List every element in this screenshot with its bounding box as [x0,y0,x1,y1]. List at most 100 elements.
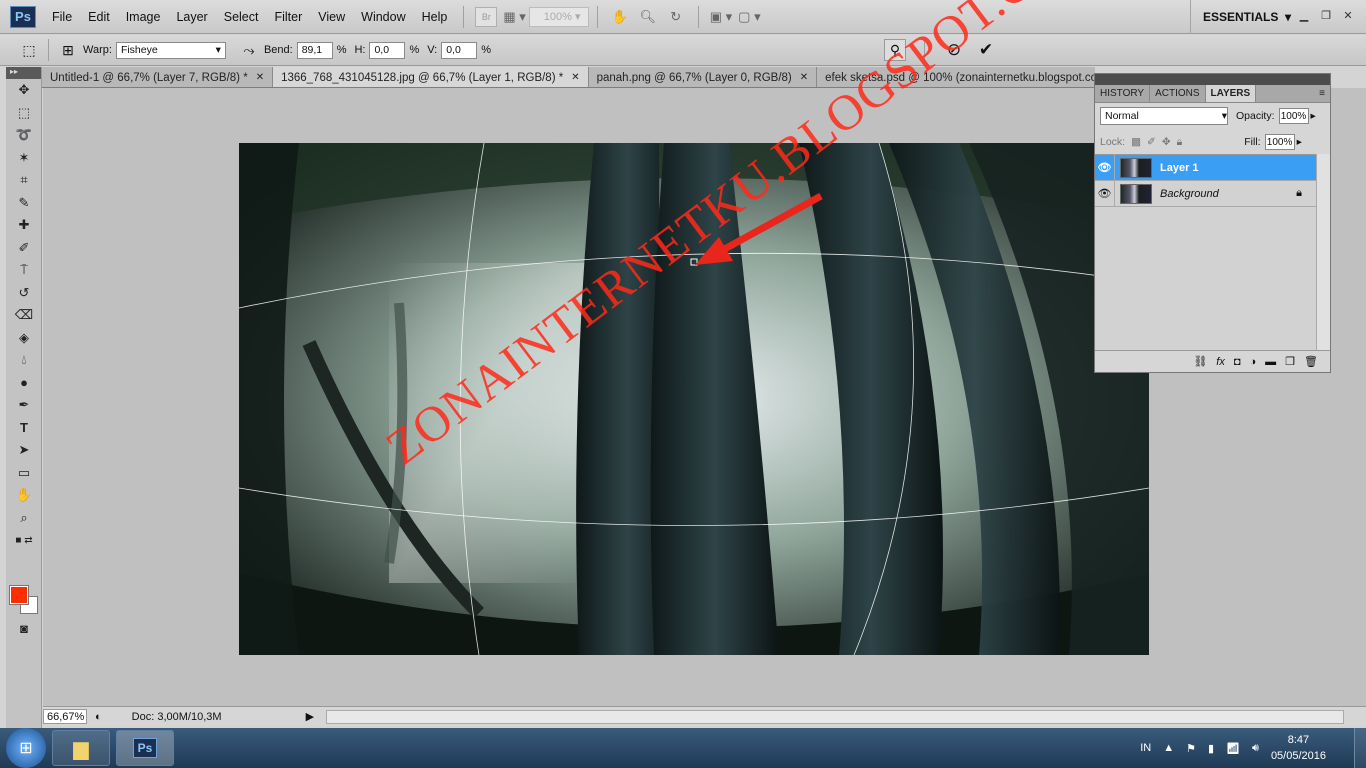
path-selection-tool-icon[interactable]: ➤ [6,439,42,462]
status-zoom-input[interactable]: 66,67% [43,709,87,724]
layer-row-layer-1[interactable]: 👁︎ Layer 1 [1095,154,1316,181]
layer-style-icon[interactable]: fx [1216,356,1225,368]
menu-select[interactable]: Select [216,0,267,34]
menu-edit[interactable]: Edit [80,0,118,34]
rotate-view-icon[interactable]: ↻ [665,7,687,27]
adjustment-layer-icon[interactable]: ◑ [1250,356,1257,368]
close-icon[interactable]: ✕ [1340,8,1356,22]
language-indicator[interactable]: IN [1140,742,1151,754]
bridge-icon[interactable]: Br [475,6,498,27]
blur-tool-icon[interactable]: 💧︎ [6,349,42,372]
warp-style-select[interactable]: Fisheye ▾ [115,41,226,59]
bend-input[interactable]: 89,1 [296,41,333,59]
menu-view[interactable]: View [310,0,353,34]
menu-help[interactable]: Help [414,0,456,34]
close-tab-icon[interactable]: ✕ [571,72,579,83]
volume-icon[interactable]: 🔊︎ [1252,742,1259,755]
show-desktop-button[interactable] [1354,728,1366,768]
opacity-arrow-icon[interactable]: ▸ [1311,110,1316,122]
zoom-level-dropdown[interactable]: 100% ▾ [528,6,589,27]
tab-actions[interactable]: ACTIONS [1150,85,1206,102]
history-brush-tool-icon[interactable]: ↺ [6,282,42,305]
layer-row-background[interactable]: 👁︎ Background 🔒︎ [1095,180,1316,207]
type-tool-icon[interactable]: T [6,417,42,440]
lock-transparent-icon[interactable]: ▩ [1131,136,1141,148]
photoshop-taskbar-button[interactable]: Ps [116,730,174,766]
tab-panah[interactable]: panah.png @ 66,7% (Layer 0, RGB/8) ✕ [588,67,818,87]
magic-wand-tool-icon[interactable]: ✶ [6,147,42,170]
eraser-tool-icon[interactable]: ⌫ [6,304,42,327]
pen-tool-icon[interactable]: ✒ [6,394,42,417]
swap-colors-icon[interactable]: ■ ⇄ [6,529,42,552]
screen-mode-icon[interactable]: ▢ ▾ [738,7,760,27]
rectangle-tool-icon[interactable]: ▭ [6,462,42,485]
lock-position-icon[interactable]: ✥ [1162,136,1171,148]
menu-filter[interactable]: Filter [266,0,310,34]
fill-input[interactable]: 100% [1264,134,1295,150]
new-group-icon[interactable]: ▬ [1265,356,1276,368]
v-distortion-input[interactable]: 0,0 [441,41,478,59]
menu-layer[interactable]: Layer [168,0,215,34]
panel-menu-icon[interactable]: ≡ [1314,85,1330,102]
opacity-input[interactable]: 100% [1278,108,1309,124]
clone-stamp-tool-icon[interactable]: ⍑ [6,259,42,282]
show-hidden-icons-icon[interactable]: ▲ [1163,742,1174,754]
close-tab-icon[interactable]: ✕ [800,72,808,83]
hand-tool-icon[interactable]: ✋ [609,7,631,27]
visibility-eye-icon[interactable]: 👁︎ [1095,180,1115,207]
layers-scrollbar[interactable] [1316,154,1330,350]
tab-untitled-1[interactable]: Untitled-1 @ 66,7% (Layer 7, RGB/8) * ✕ [42,67,274,87]
tab-history[interactable]: HISTORY [1095,85,1151,102]
new-layer-icon[interactable]: ❐ [1285,355,1295,368]
view-extras-icon[interactable]: ▦ ▾ [503,7,525,27]
menu-image[interactable]: Image [118,0,169,34]
quick-mask-icon[interactable]: ◙ [6,617,42,640]
status-info-icon[interactable]: ◐ [95,711,102,723]
dodge-tool-icon[interactable]: ● [6,372,42,395]
toolbox-collapse-icon[interactable]: ▸▸ [6,67,41,79]
add-mask-icon[interactable]: ◘ [1234,356,1241,368]
status-menu-arrow-icon[interactable]: ▶ [306,710,314,723]
eyedropper-tool-icon[interactable]: ✎ [6,192,42,215]
fill-label: Fill: [1244,136,1261,148]
foreground-color-swatch[interactable] [9,585,29,605]
start-button[interactable]: ⊞ [6,728,46,768]
zoom-tool-icon[interactable]: ⌕ [6,507,42,530]
tab-layers[interactable]: LAYERS [1205,85,1257,102]
transform-tool-icon[interactable]: ⬚ [18,39,40,61]
close-tab-icon[interactable]: ✕ [256,72,264,83]
minimize-icon[interactable]: ▁ [1296,8,1312,22]
network-icon[interactable]: 📶︎ [1226,742,1240,755]
battery-icon[interactable]: ▮ [1208,742,1214,755]
action-center-icon[interactable]: ⚑ [1186,742,1196,755]
tab-forest-image[interactable]: 1366_768_431045128.jpg @ 66,7% (Layer 1,… [273,67,589,87]
lock-image-icon[interactable]: ✐ [1147,136,1156,148]
zoom-tool-icon[interactable]: 🔍︎ [637,7,659,27]
link-layers-icon[interactable]: ⛓ [1193,355,1207,368]
workspace-switcher[interactable]: ESSENTIALS ▾ [1190,0,1291,34]
marquee-tool-icon[interactable]: ⬚ [6,102,42,125]
move-tool-icon[interactable]: ✥ [6,79,42,102]
crop-tool-icon[interactable]: ⌗ [6,169,42,192]
brush-tool-icon[interactable]: ✐ [6,237,42,260]
lasso-tool-icon[interactable]: ➰ [6,124,42,147]
horizontal-scrollbar[interactable] [326,709,1344,724]
paint-bucket-tool-icon[interactable]: ◈ [6,327,42,350]
healing-brush-tool-icon[interactable]: ✚ [6,214,42,237]
arrange-documents-icon[interactable]: ▣ ▾ [710,7,732,27]
delete-layer-icon[interactable]: 🗑︎ [1304,355,1318,368]
blend-mode-select[interactable]: Normal ▾ [1100,107,1228,125]
menu-window[interactable]: Window [353,0,413,34]
menu-file[interactable]: File [44,0,80,34]
hand-tool-icon[interactable]: ✋ [6,484,42,507]
fill-arrow-icon[interactable]: ▸ [1297,136,1302,148]
panel-header[interactable] [1095,74,1330,85]
lock-all-icon[interactable]: 🔒︎ [1177,136,1183,149]
restore-icon[interactable]: ❐ [1318,8,1334,22]
explorer-taskbar-button[interactable]: ▆ [52,730,110,766]
h-distortion-input[interactable]: 0,0 [369,41,406,59]
visibility-eye-icon[interactable]: 👁︎ [1095,154,1115,181]
warp-orientation-icon[interactable]: ⤳ [238,39,260,61]
clock[interactable]: 8:47 05/05/2016 [1271,732,1326,764]
warp-grid-icon[interactable]: ⊞ [57,39,79,61]
